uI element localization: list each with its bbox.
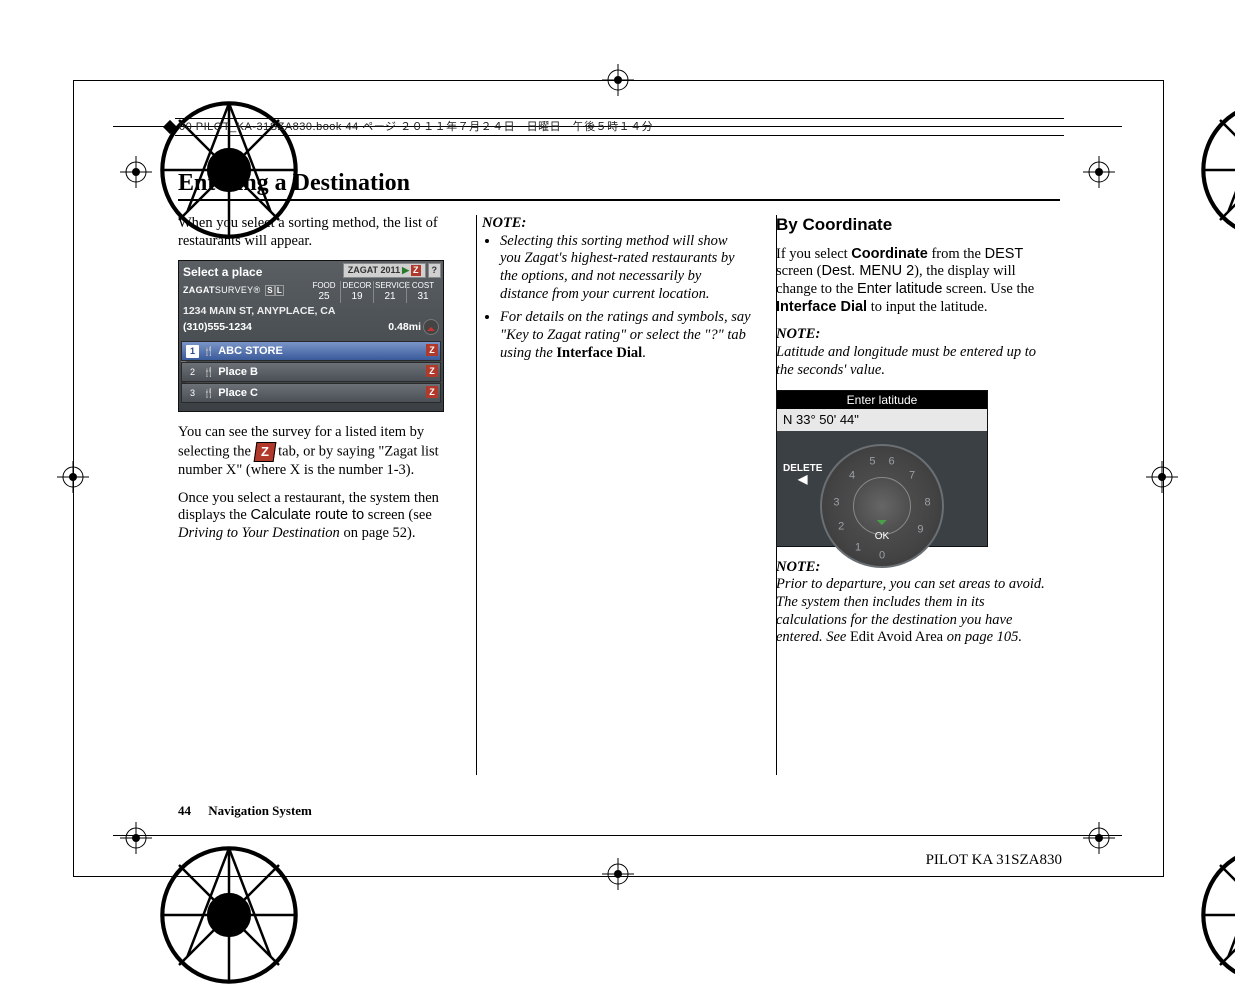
restaurant-icon: 🍴: [203, 388, 214, 399]
page-number: 44: [178, 803, 191, 818]
z-icon[interactable]: Z: [426, 365, 438, 377]
s1-list: 1 🍴 ABC STORE Z 2 🍴 Place B Z 3 🍴 Place …: [181, 341, 441, 404]
note-heading: NOTE:: [482, 215, 752, 233]
registration-corner-icon: [79, 840, 115, 876]
registration-corner-icon: [79, 95, 115, 131]
zagat-tab[interactable]: ZAGAT 2011 ▶ Z: [343, 263, 426, 278]
s1-ratings: FOOD25 DECOR19 SERVICE21 COST31: [308, 281, 439, 303]
registration-mark-icon: [57, 461, 89, 493]
registration-mark-icon: [602, 858, 634, 890]
registration-inner-icon: [120, 822, 152, 854]
s1-title: Select a place: [183, 265, 262, 280]
col1-p2: You can see the survey for a listed item…: [178, 424, 458, 479]
note-body: Latitude and longitude must be entered u…: [776, 344, 1056, 379]
column-2: NOTE: Selecting this sorting method will…: [482, 215, 752, 657]
page-title: Entering a Destination: [178, 170, 1060, 201]
restaurant-icon: 🍴: [203, 346, 214, 357]
note-list: Selecting this sorting method will show …: [482, 233, 752, 363]
restaurant-icon: 🍴: [203, 367, 214, 378]
s1-tab-group: ZAGAT 2011 ▶ Z ?: [343, 263, 441, 278]
page-footer: 44 Navigation System: [178, 803, 312, 819]
column-1: When you select a sorting method, the li…: [178, 215, 458, 657]
arrow-down-icon: [877, 520, 887, 530]
registration-inner-icon: [120, 156, 152, 188]
s1-survey-label: ZAGATSURVEY® SL: [183, 285, 284, 296]
list-item[interactable]: 2 🍴 Place B Z: [181, 362, 441, 382]
framemaker-header: 00 PILOT_KA-31SZA830.book 44 ページ ２０１１年７月…: [175, 118, 1064, 136]
column-3: By Coordinate If you select Coordinate f…: [776, 215, 1056, 657]
note-heading: NOTE:: [776, 559, 1056, 577]
footer-label: Navigation System: [208, 803, 312, 818]
section-heading: By Coordinate: [776, 215, 1056, 236]
direction-icon: [423, 319, 439, 335]
s2-title: Enter latitude: [777, 391, 987, 410]
col3-p1: If you select Coordinate from the DEST s…: [776, 246, 1056, 317]
content-columns: When you select a sorting method, the li…: [178, 215, 1060, 657]
document-id: PILOT KA 31SZA830: [926, 852, 1062, 869]
z-icon[interactable]: Z: [426, 386, 438, 398]
registration-mark-icon: [602, 64, 634, 96]
list-item[interactable]: 1 🍴 ABC STORE Z: [181, 341, 441, 361]
registration-inner-icon: [1083, 822, 1115, 854]
z-icon[interactable]: Z: [426, 344, 438, 356]
screenshot-enter-latitude: Enter latitude N 33° 50' 44" 0 1 2 3 4 5…: [776, 390, 988, 547]
registration-corner-icon: [1120, 840, 1156, 876]
z-icon: Z: [411, 265, 421, 276]
s1-address: 1234 MAIN ST, ANYPLACE, CA: [183, 305, 335, 318]
screenshot-select-place: Select a place ZAGAT 2011 ▶ Z ? ZAGATSUR…: [178, 260, 444, 412]
registration-corner-icon: [1120, 95, 1156, 131]
help-tab[interactable]: ?: [428, 263, 442, 278]
note-heading: NOTE:: [776, 326, 1056, 344]
dial-control[interactable]: 0 1 2 3 4 5 6 7 8 9: [820, 444, 944, 568]
registration-mark-icon: [1146, 461, 1178, 493]
note-item: Selecting this sorting method will show …: [500, 233, 752, 304]
col1-intro: When you select a sorting method, the li…: [178, 215, 458, 250]
note-item: For details on the ratings and symbols, …: [500, 309, 752, 362]
delete-button[interactable]: DELETE◀: [783, 463, 822, 483]
s2-value: N 33° 50' 44": [777, 409, 987, 431]
crop-hline-bot: [113, 835, 1122, 836]
note-body: Prior to departure, you can set areas to…: [776, 576, 1056, 647]
z-icon: Z: [253, 442, 276, 462]
registration-inner-icon: [1083, 156, 1115, 188]
col1-p3: Once you select a restaurant, the system…: [178, 490, 458, 543]
arrow-left-icon: ◀: [783, 475, 822, 483]
s1-distance: 0.48mi: [388, 321, 421, 334]
s1-phone: (310)555-1234: [183, 321, 252, 334]
list-item[interactable]: 3 🍴 Place C Z: [181, 383, 441, 403]
ok-button[interactable]: OK: [875, 520, 889, 543]
